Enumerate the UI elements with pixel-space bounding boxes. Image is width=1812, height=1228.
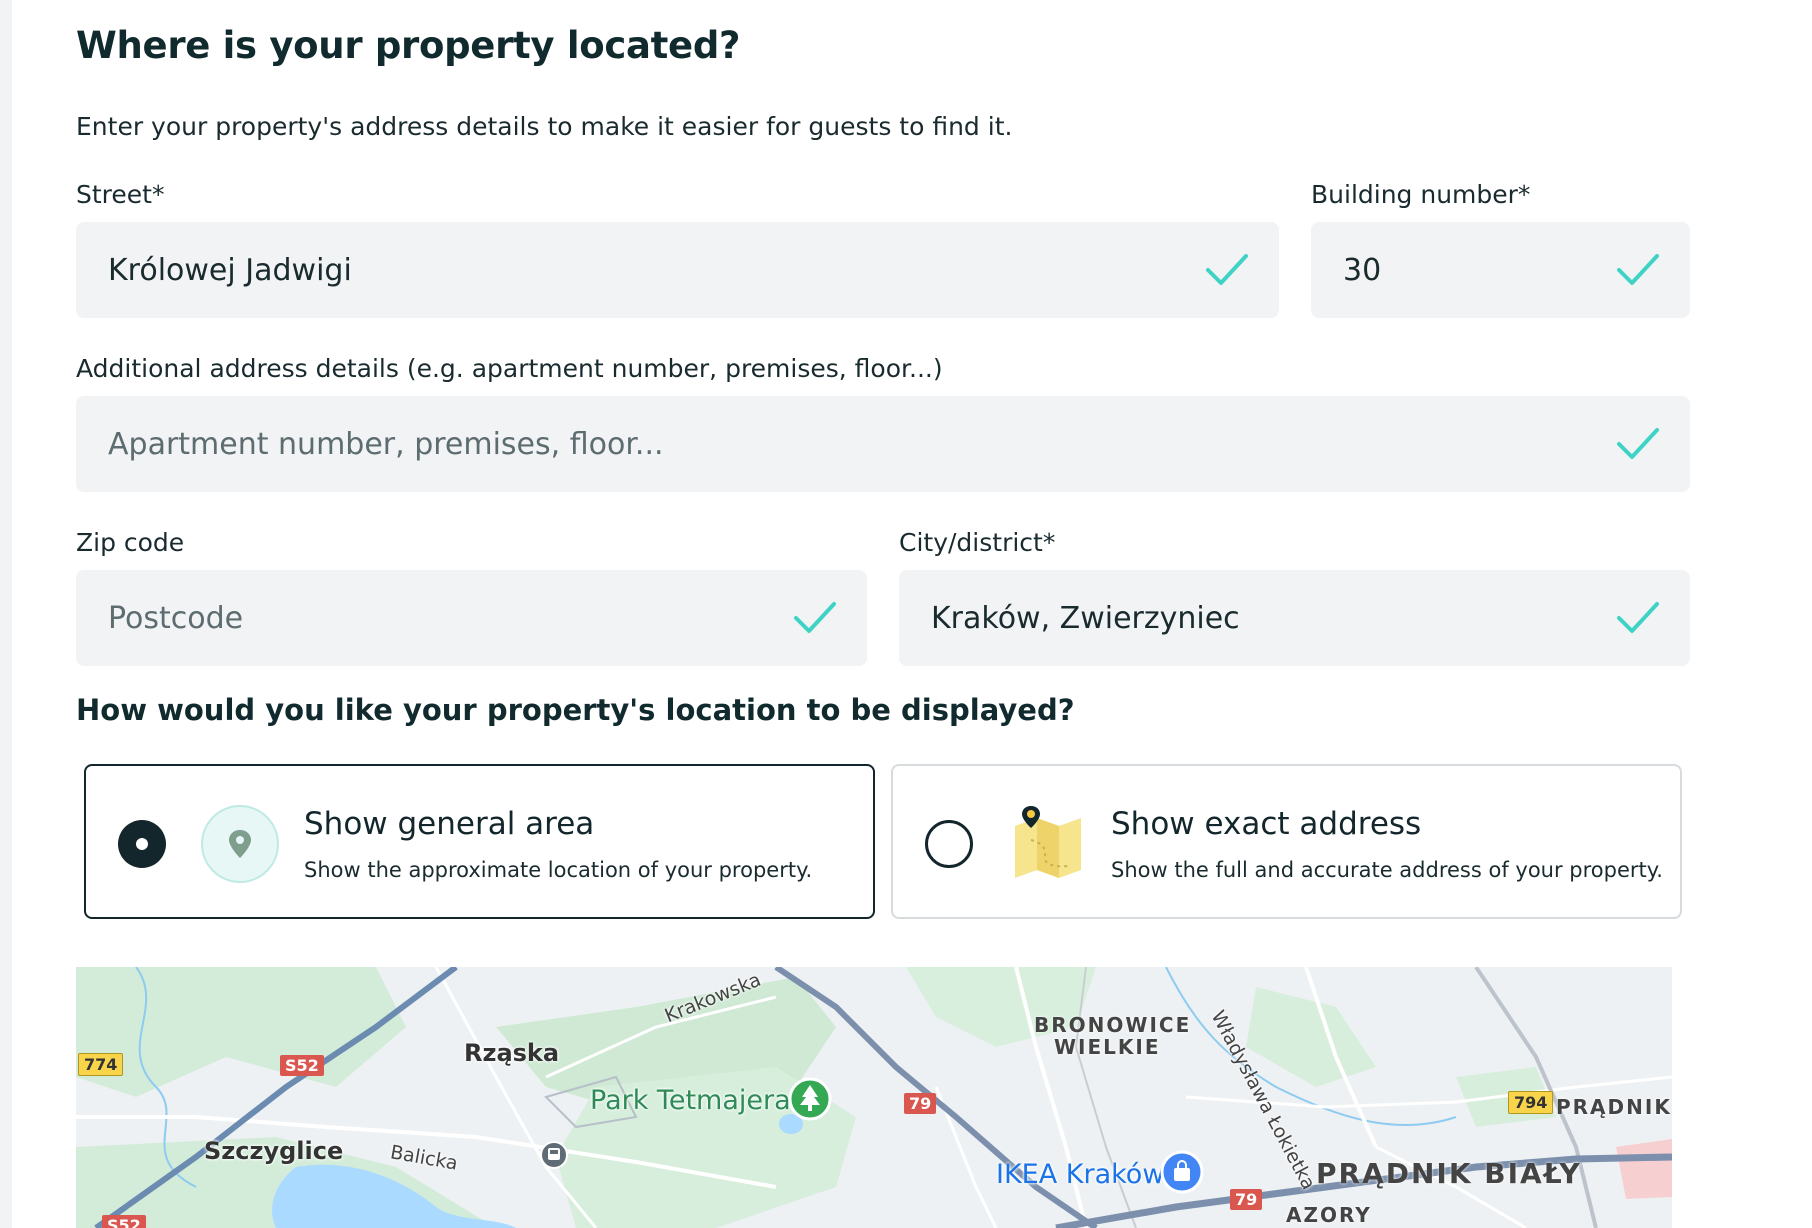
shopping-bag-icon bbox=[1160, 1150, 1204, 1194]
location-display-heading: How would you like your property's locat… bbox=[76, 693, 1075, 727]
street-value: Królowej Jadwigi bbox=[108, 252, 352, 288]
location-map[interactable]: Rząska Szczyglice Balicka Krakowska Park… bbox=[76, 967, 1672, 1228]
city-district-input[interactable]: Kraków, Zwierzyniec bbox=[899, 570, 1690, 666]
map-label-bronowice: BRONOWICE bbox=[1034, 1013, 1192, 1037]
park-tree-icon bbox=[788, 1077, 832, 1121]
check-icon bbox=[1206, 254, 1248, 285]
road-shield-79-second: 79 bbox=[1230, 1189, 1263, 1210]
option-exact-address[interactable]: Show exact address Show the full and acc… bbox=[891, 764, 1682, 919]
additional-details-label: Additional address details (e.g. apartme… bbox=[76, 354, 943, 383]
zip-code-input[interactable]: Postcode bbox=[76, 570, 867, 666]
street-label: Street* bbox=[76, 180, 165, 209]
page-subtitle: Enter your property's address details to… bbox=[76, 112, 1013, 141]
radio-exact-address[interactable] bbox=[925, 820, 973, 868]
building-number-input[interactable]: 30 bbox=[1311, 222, 1690, 318]
check-icon bbox=[794, 602, 836, 633]
road-shield-79: 79 bbox=[904, 1093, 937, 1114]
option-exact-address-title: Show exact address bbox=[1111, 806, 1422, 842]
page-title: Where is your property located? bbox=[76, 24, 741, 67]
left-sidebar-edge bbox=[0, 0, 12, 1228]
additional-details-input[interactable]: Apartment number, premises, floor... bbox=[76, 396, 1690, 492]
building-number-value: 30 bbox=[1343, 252, 1382, 288]
zip-code-label: Zip code bbox=[76, 528, 185, 557]
map-label-szczyglice: Szczyglice bbox=[204, 1137, 344, 1165]
city-district-label: City/district* bbox=[899, 528, 1056, 557]
road-shield-794: 794 bbox=[1508, 1091, 1554, 1114]
map-label-pradnik: PRĄDNIK bbox=[1556, 1095, 1672, 1119]
road-shield-774: 774 bbox=[78, 1053, 124, 1076]
check-icon bbox=[1617, 602, 1659, 633]
radio-general-area[interactable] bbox=[118, 820, 166, 868]
check-icon bbox=[1617, 254, 1659, 285]
check-icon bbox=[1617, 428, 1659, 459]
road-shield-s52-second: S52 bbox=[102, 1215, 146, 1228]
building-number-label: Building number* bbox=[1311, 180, 1531, 209]
map-label-park-tetmajera: Park Tetmajera bbox=[590, 1085, 791, 1116]
map-label-azory: AZORY bbox=[1286, 1203, 1372, 1227]
map-label-ikea: IKEA Kraków bbox=[996, 1159, 1165, 1190]
option-exact-address-description: Show the full and accurate address of yo… bbox=[1111, 858, 1663, 882]
additional-details-placeholder: Apartment number, premises, floor... bbox=[108, 426, 664, 462]
map-label-wielkie: WIELKIE bbox=[1054, 1035, 1161, 1059]
folded-map-icon bbox=[1015, 806, 1081, 878]
street-input[interactable]: Królowej Jadwigi bbox=[76, 222, 1279, 318]
zip-code-placeholder: Postcode bbox=[108, 600, 244, 636]
city-district-value: Kraków, Zwierzyniec bbox=[931, 600, 1240, 636]
train-station-icon bbox=[540, 1141, 568, 1169]
map-label-rzaska: Rząska bbox=[464, 1039, 560, 1067]
map-label-pradnik-bialy: PRĄDNIK BIAŁY bbox=[1316, 1157, 1582, 1190]
option-general-area-description: Show the approximate location of your pr… bbox=[304, 858, 813, 882]
option-general-area[interactable]: Show general area Show the approximate l… bbox=[84, 764, 875, 919]
road-shield-s52: S52 bbox=[280, 1055, 324, 1076]
option-general-area-title: Show general area bbox=[304, 806, 595, 842]
map-pin-circle-icon bbox=[201, 805, 279, 883]
